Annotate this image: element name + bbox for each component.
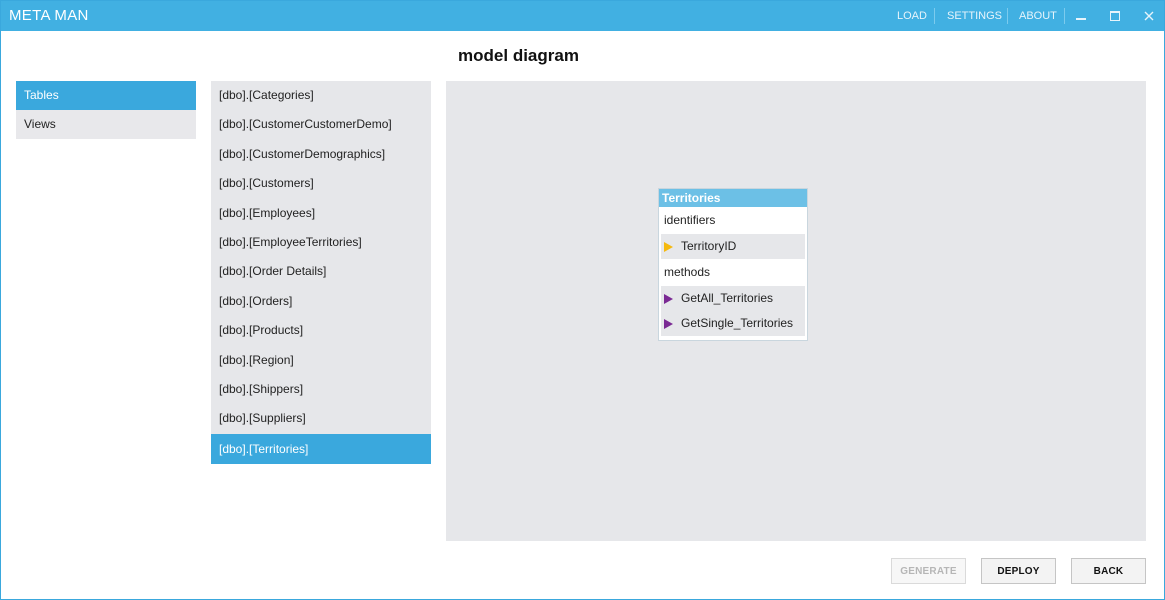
identifiers-list: TerritoryID — [661, 234, 805, 259]
table-list-item[interactable]: [dbo].[Customers] — [211, 169, 431, 198]
app-title: META MAN — [9, 7, 89, 24]
entity-title[interactable]: Territories — [659, 189, 807, 207]
title-bar: META MAN LOAD SETTINGS ABOUT — [1, 1, 1164, 31]
table-list-item[interactable]: [dbo].[CustomerCustomerDemo] — [211, 110, 431, 139]
app-window: META MAN LOAD SETTINGS ABOUT model diagr… — [0, 0, 1165, 600]
minimize-icon — [1076, 18, 1086, 20]
table-list: [dbo].[Categories] [dbo].[CustomerCustom… — [211, 81, 431, 464]
table-list-item[interactable]: [dbo].[EmployeeTerritories] — [211, 228, 431, 257]
method-row[interactable]: GetSingle_Territories — [661, 311, 805, 336]
identifiers-label: identifiers — [664, 213, 716, 227]
load-menu[interactable]: LOAD — [897, 10, 927, 22]
identifier-name: TerritoryID — [681, 239, 737, 253]
methods-list: GetAll_Territories GetSingle_Territories — [661, 286, 805, 336]
table-list-item[interactable]: [dbo].[Shippers] — [211, 375, 431, 404]
table-list-item[interactable]: [dbo].[Products] — [211, 316, 431, 345]
settings-menu[interactable]: SETTINGS — [947, 10, 1002, 22]
table-list-item[interactable]: [dbo].[Categories] — [211, 81, 431, 110]
identifier-row[interactable]: TerritoryID — [661, 234, 805, 259]
deploy-button[interactable]: DEPLOY — [981, 558, 1056, 584]
methods-label: methods — [664, 265, 711, 279]
minimize-button[interactable] — [1071, 6, 1091, 26]
menu-divider — [934, 8, 935, 24]
table-list-item[interactable]: [dbo].[Employees] — [211, 199, 431, 228]
maximize-icon — [1110, 11, 1120, 21]
category-item-tables[interactable]: Tables — [16, 81, 196, 110]
method-row[interactable]: GetAll_Territories — [661, 286, 805, 311]
table-list-item-selected[interactable]: [dbo].[Territories] — [211, 433, 431, 464]
table-list-item[interactable]: [dbo].[CustomerDemographics] — [211, 140, 431, 169]
about-menu[interactable]: ABOUT — [1019, 10, 1057, 22]
key-marker-icon — [664, 242, 673, 252]
diagram-canvas[interactable]: Territories identifiers TerritoryID meth… — [446, 81, 1146, 541]
generate-button[interactable]: GENERATE — [891, 558, 966, 584]
category-item-views[interactable]: Views — [16, 110, 196, 139]
maximize-button[interactable] — [1105, 6, 1125, 26]
entity-card[interactable]: Territories identifiers TerritoryID meth… — [658, 188, 808, 341]
table-list-item[interactable]: [dbo].[Region] — [211, 346, 431, 375]
close-button[interactable] — [1139, 6, 1159, 26]
table-list-item[interactable]: [dbo].[Orders] — [211, 287, 431, 316]
table-list-item[interactable]: [dbo].[Order Details] — [211, 257, 431, 286]
category-list: Tables Views — [16, 81, 196, 139]
close-icon — [1144, 11, 1154, 21]
back-button[interactable]: BACK — [1071, 558, 1146, 584]
method-marker-icon — [664, 294, 673, 304]
method-name: GetAll_Territories — [681, 291, 774, 305]
method-marker-icon — [664, 319, 673, 329]
menu-divider — [1007, 8, 1008, 24]
table-list-item[interactable]: [dbo].[Suppliers] — [211, 404, 431, 433]
method-name: GetSingle_Territories — [681, 316, 794, 330]
menu-divider — [1064, 8, 1065, 24]
page-title: model diagram — [458, 46, 579, 65]
